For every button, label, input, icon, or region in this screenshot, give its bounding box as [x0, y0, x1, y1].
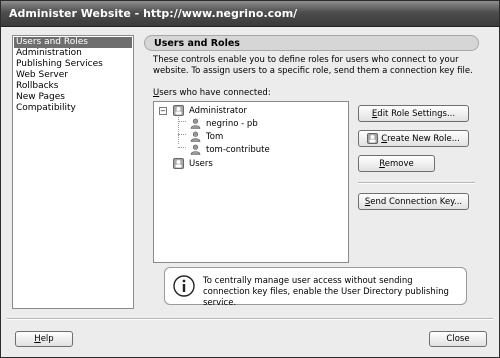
group-icon — [173, 105, 184, 116]
sidebar-item-web-server[interactable]: Web Server — [13, 70, 133, 81]
close-button[interactable]: Close — [429, 331, 487, 347]
remove-button[interactable]: Remove — [358, 155, 435, 172]
window-title: Administer Website - http://www.negrino.… — [9, 7, 298, 20]
tree-label: Tom — [206, 131, 224, 142]
close-label: Close — [446, 334, 470, 344]
button-separator — [358, 182, 475, 184]
administer-website-dialog: Administer Website - http://www.negrino.… — [0, 0, 500, 358]
create-new-role-button[interactable]: Create New Role... — [358, 130, 469, 147]
group-icon — [173, 158, 184, 169]
tree-row-user[interactable]: tom-contribute — [190, 143, 270, 156]
users-tree[interactable]: − Administrator negrino - pb Tom tom-con… — [153, 101, 349, 263]
info-message-text: To centrally manage user access without … — [203, 276, 449, 308]
sidebar-item-rollbacks[interactable]: Rollbacks — [13, 81, 133, 92]
user-icon — [190, 131, 201, 142]
help-label: elp — [40, 334, 54, 344]
sidebar-item-users-and-roles[interactable]: Users and Roles — [14, 37, 132, 48]
footer-separator — [7, 318, 493, 320]
tree-connector — [178, 134, 186, 135]
tree-connector — [178, 121, 186, 122]
edit-role-label: dit Role Settings... — [377, 108, 456, 119]
tree-row-administrator[interactable]: − Administrator — [159, 104, 247, 117]
tree-connector-vertical — [178, 114, 179, 144]
group-icon — [367, 133, 379, 144]
user-icon — [190, 144, 201, 155]
tree-row-user[interactable]: Tom — [190, 130, 223, 143]
edit-role-settings-button[interactable]: Edit Role Settings... — [358, 105, 469, 122]
tree-connector — [178, 147, 186, 148]
panel-header: Users and Roles — [144, 35, 479, 51]
tree-label: Users — [189, 158, 213, 169]
remove-label: emove — [384, 158, 414, 169]
category-list[interactable]: Users and Roles Administration Publishin… — [12, 35, 134, 309]
info-icon — [173, 275, 195, 297]
send-connection-key-button[interactable]: Send Connection Key... — [358, 193, 469, 210]
create-role-label: reate New Role... — [387, 133, 460, 144]
help-button[interactable]: Help — [15, 331, 73, 347]
info-message-box: To centrally manage user access without … — [164, 267, 467, 308]
panel-description: These controls enable you to define role… — [153, 55, 473, 76]
sidebar-item-new-pages[interactable]: New Pages — [13, 92, 133, 103]
user-icon — [190, 118, 201, 129]
send-key-label: end Connection Key... — [370, 196, 463, 207]
users-label-text: sers who have connected: — [159, 88, 271, 98]
collapse-toggle[interactable]: − — [159, 106, 167, 115]
tree-label: negrino - pb — [206, 118, 258, 129]
sidebar-item-publishing-services[interactable]: Publishing Services — [13, 59, 133, 70]
sidebar-item-administration[interactable]: Administration — [13, 48, 133, 59]
users-list-label: Users who have connected: — [153, 88, 271, 98]
tree-row-users[interactable]: Users — [173, 157, 213, 170]
tree-row-user[interactable]: negrino - pb — [190, 117, 258, 130]
tree-label: Administrator — [189, 105, 247, 116]
tree-label: tom-contribute — [206, 144, 270, 155]
panel-title: Users and Roles — [154, 38, 240, 49]
title-bar[interactable]: Administer Website - http://www.negrino.… — [1, 1, 499, 27]
sidebar-item-compatibility[interactable]: Compatibility — [13, 103, 133, 114]
